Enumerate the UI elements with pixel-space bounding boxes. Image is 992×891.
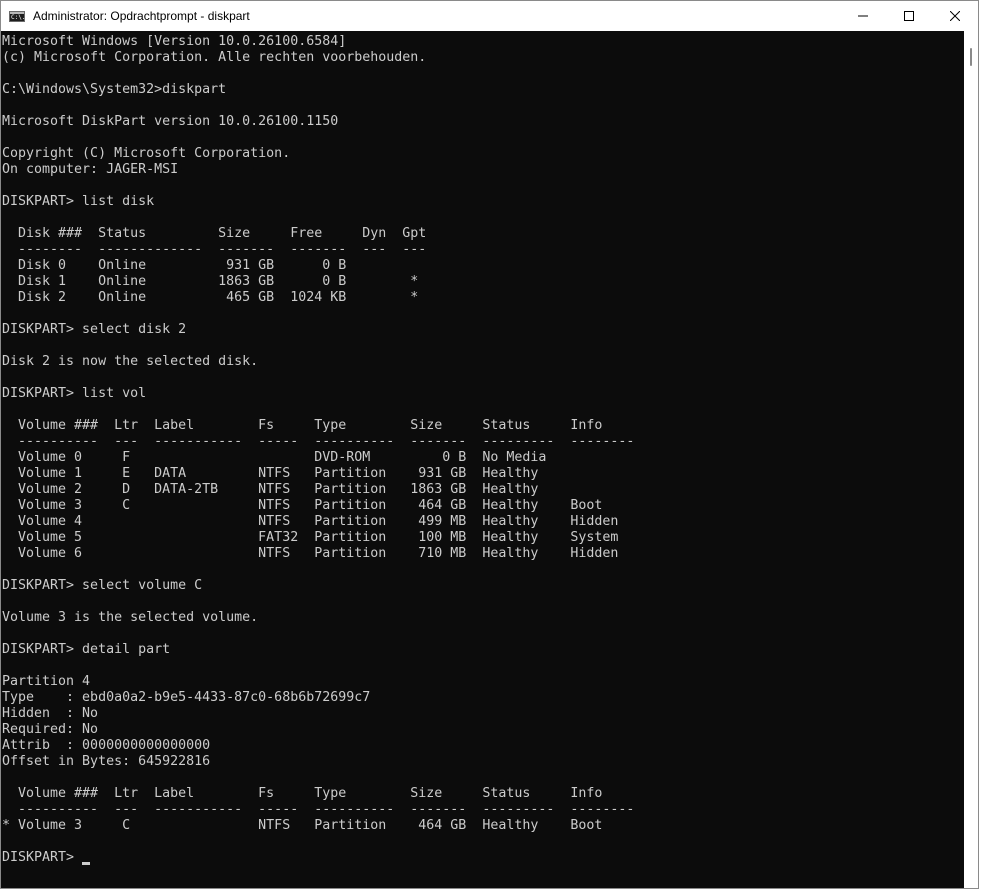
console-line: Volume 4 NTFS Partition 499 MB Healthy H… xyxy=(2,514,619,529)
console-line: DISKPART> select disk 2 xyxy=(2,322,187,337)
console-line: Required: No xyxy=(2,722,99,737)
scrollbar-thumb[interactable] xyxy=(970,48,972,66)
window-controls xyxy=(840,1,978,31)
minimize-button[interactable] xyxy=(840,1,886,31)
window-title: Administrator: Opdrachtprompt - diskpart xyxy=(33,9,250,23)
text-cursor xyxy=(82,862,91,865)
console-line: DISKPART> list disk xyxy=(2,194,155,209)
console-line: Volume ### Ltr Label Fs Type Size Status… xyxy=(2,786,603,801)
console-text: Microsoft Windows [Version 10.0.26100.65… xyxy=(1,31,964,850)
console-line: Volume 3 C NTFS Partition 464 GB Healthy… xyxy=(2,498,603,513)
console-line: DISKPART> detail part xyxy=(2,642,171,657)
console-line: DISKPART> select volume C xyxy=(2,578,203,593)
close-icon xyxy=(950,11,960,21)
console-line: Volume 1 E DATA NTFS Partition 931 GB He… xyxy=(2,466,539,481)
console-line: Hidden : No xyxy=(2,706,99,721)
console-line: Microsoft DiskPart version 10.0.26100.11… xyxy=(2,114,339,129)
maximize-icon xyxy=(904,11,914,21)
console-line: Offset in Bytes: 645922816 xyxy=(2,754,211,769)
console-line: Volume 5 FAT32 Partition 100 MB Healthy … xyxy=(2,530,619,545)
command-prompt-line[interactable]: DISKPART> xyxy=(1,850,964,866)
vertical-scrollbar[interactable] xyxy=(964,31,978,888)
console-line: Volume 3 is the selected volume. xyxy=(2,610,259,625)
console-output[interactable]: Microsoft Windows [Version 10.0.26100.65… xyxy=(1,31,964,888)
console-line: Volume 0 F DVD-ROM 0 B No Media xyxy=(2,450,547,465)
console-line: Volume 2 D DATA-2TB NTFS Partition 1863 … xyxy=(2,482,539,497)
console-line: * Volume 3 C NTFS Partition 464 GB Healt… xyxy=(2,818,603,833)
console-line: Type : ebd0a0a2-b9e5-4433-87c0-68b6b7269… xyxy=(2,690,371,705)
maximize-button[interactable] xyxy=(886,1,932,31)
console-line: -------- ------------- ------- ------- -… xyxy=(2,242,427,257)
console-window: C:\. Administrator: Opdrachtprompt - dis… xyxy=(0,0,979,889)
console-line: Copyright (C) Microsoft Corporation. xyxy=(2,146,291,161)
prompt-text: DISKPART> xyxy=(2,850,83,865)
console-line: DISKPART> list vol xyxy=(2,386,147,401)
console-line: Partition 4 xyxy=(2,674,91,689)
console-line: On computer: JAGER-MSI xyxy=(2,162,179,177)
console-icon-glyph: C:\. xyxy=(11,13,26,21)
console-line: Disk 2 Online 465 GB 1024 KB * xyxy=(2,290,419,305)
console-line: Volume 6 NTFS Partition 710 MB Healthy H… xyxy=(2,546,619,561)
console-line: ---------- --- ----------- ----- -------… xyxy=(2,802,635,817)
console-line: (c) Microsoft Corporation. Alle rechten … xyxy=(2,50,427,65)
console-line: Disk 0 Online 931 GB 0 B xyxy=(2,258,347,273)
title-bar[interactable]: C:\. Administrator: Opdrachtprompt - dis… xyxy=(1,1,978,31)
console-line: Disk 1 Online 1863 GB 0 B * xyxy=(2,274,419,289)
minimize-icon xyxy=(858,15,868,17)
console-icon[interactable]: C:\. xyxy=(9,10,26,22)
console-line: ---------- --- ----------- ----- -------… xyxy=(2,434,635,449)
console-line: Disk 2 is now the selected disk. xyxy=(2,354,259,369)
console-line: Volume ### Ltr Label Fs Type Size Status… xyxy=(2,418,603,433)
console-line: Attrib : 0000000000000000 xyxy=(2,738,211,753)
console-line: Microsoft Windows [Version 10.0.26100.65… xyxy=(2,34,347,49)
console-line: Disk ### Status Size Free Dyn Gpt xyxy=(2,226,427,241)
close-button[interactable] xyxy=(932,1,978,31)
console-line: C:\Windows\System32>diskpart xyxy=(2,82,227,97)
